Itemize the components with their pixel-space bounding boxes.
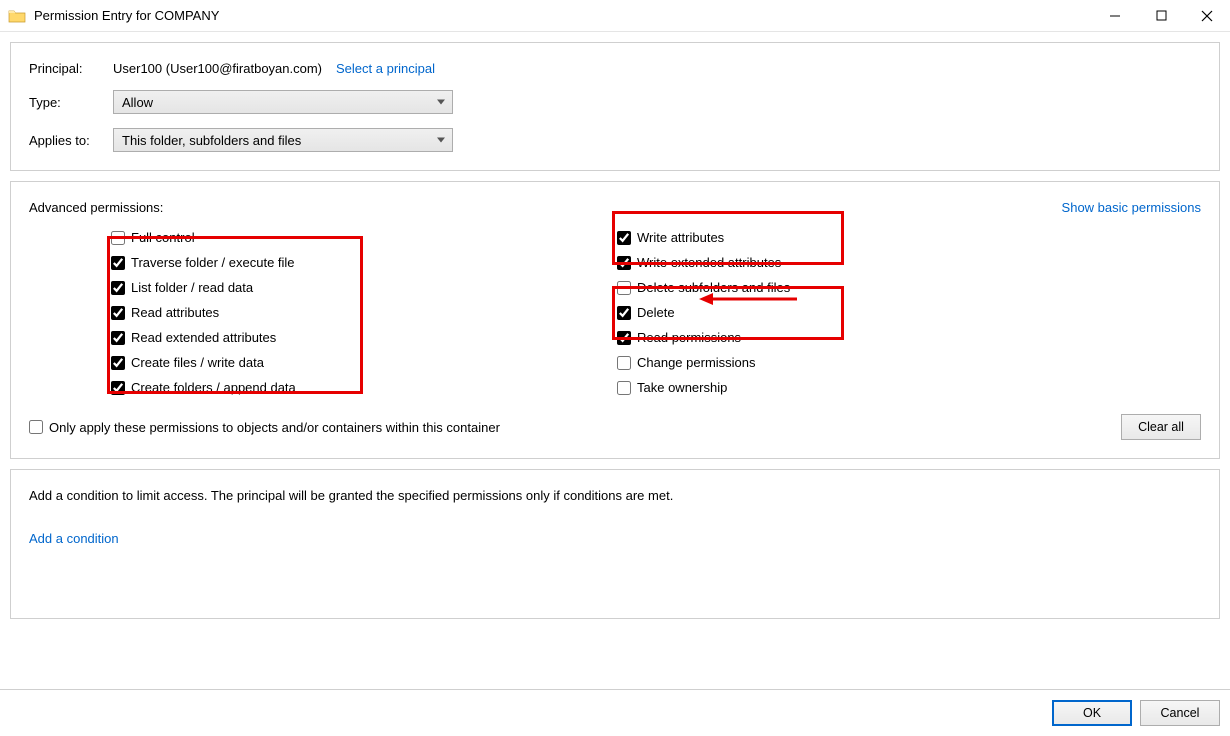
permissions-panel: Advanced permissions: Show basic permiss… xyxy=(10,181,1220,459)
condition-description: Add a condition to limit access. The pri… xyxy=(29,488,1201,503)
permission-checkbox[interactable] xyxy=(111,331,125,345)
only-apply-label: Only apply these permissions to objects … xyxy=(49,420,500,435)
permission-right-0[interactable]: Write attributes xyxy=(617,225,1123,250)
applies-to-select[interactable]: This folder, subfolders and files xyxy=(113,128,453,152)
principal-label: Principal: xyxy=(29,61,113,76)
permission-left-4[interactable]: Read extended attributes xyxy=(111,325,617,350)
ok-button[interactable]: OK xyxy=(1052,700,1132,726)
permission-label: Read extended attributes xyxy=(131,330,276,345)
permissions-column-right: Write attributes Write extended attribute… xyxy=(617,225,1123,400)
permission-right-1[interactable]: Write extended attributes xyxy=(617,250,1123,275)
permission-label: Delete xyxy=(637,305,675,320)
permission-label: List folder / read data xyxy=(131,280,253,295)
permission-checkbox[interactable] xyxy=(111,231,125,245)
applies-to-label: Applies to: xyxy=(29,133,113,148)
clear-all-button[interactable]: Clear all xyxy=(1121,414,1201,440)
permission-checkbox[interactable] xyxy=(617,381,631,395)
permission-checkbox[interactable] xyxy=(111,281,125,295)
permission-left-0[interactable]: Full control xyxy=(111,225,617,250)
permission-label: Read permissions xyxy=(637,330,741,345)
show-basic-permissions-link[interactable]: Show basic permissions xyxy=(1062,200,1201,215)
permission-left-1[interactable]: Traverse folder / execute file xyxy=(111,250,617,275)
type-select[interactable]: Allow xyxy=(113,90,453,114)
permission-right-2[interactable]: Delete subfolders and files xyxy=(617,275,1123,300)
window-titlebar: Permission Entry for COMPANY xyxy=(0,0,1230,32)
permission-label: Full control xyxy=(131,230,195,245)
permission-left-5[interactable]: Create files / write data xyxy=(111,350,617,375)
only-apply-checkbox[interactable] xyxy=(29,420,43,434)
add-condition-link[interactable]: Add a condition xyxy=(29,531,119,546)
dialog-footer: OK Cancel xyxy=(0,689,1230,736)
principal-panel: Principal: User100 (User100@firatboyan.c… xyxy=(10,42,1220,171)
permission-checkbox[interactable] xyxy=(617,281,631,295)
select-principal-link[interactable]: Select a principal xyxy=(336,61,435,76)
maximize-button[interactable] xyxy=(1138,0,1184,32)
permission-label: Read attributes xyxy=(131,305,219,320)
close-button[interactable] xyxy=(1184,0,1230,32)
folder-icon xyxy=(8,7,26,25)
permission-label: Traverse folder / execute file xyxy=(131,255,295,270)
permission-left-2[interactable]: List folder / read data xyxy=(111,275,617,300)
type-label: Type: xyxy=(29,95,113,110)
permission-right-3[interactable]: Delete xyxy=(617,300,1123,325)
permission-checkbox[interactable] xyxy=(111,306,125,320)
permission-label: Change permissions xyxy=(637,355,756,370)
permissions-column-left: Full control Traverse folder / execute fi… xyxy=(111,225,617,400)
permission-checkbox[interactable] xyxy=(617,331,631,345)
permission-label: Create folders / append data xyxy=(131,380,296,395)
permission-label: Take ownership xyxy=(637,380,727,395)
principal-value: User100 (User100@firatboyan.com) xyxy=(113,61,322,76)
permission-checkbox[interactable] xyxy=(617,256,631,270)
permission-right-5[interactable]: Change permissions xyxy=(617,350,1123,375)
condition-panel: Add a condition to limit access. The pri… xyxy=(10,469,1220,619)
permission-label: Write extended attributes xyxy=(637,255,781,270)
minimize-button[interactable] xyxy=(1092,0,1138,32)
permission-right-4[interactable]: Read permissions xyxy=(617,325,1123,350)
permission-label: Create files / write data xyxy=(131,355,264,370)
permission-checkbox[interactable] xyxy=(111,256,125,270)
permission-left-3[interactable]: Read attributes xyxy=(111,300,617,325)
permission-checkbox[interactable] xyxy=(617,306,631,320)
permission-checkbox[interactable] xyxy=(617,356,631,370)
permission-checkbox[interactable] xyxy=(111,381,125,395)
permission-checkbox[interactable] xyxy=(617,231,631,245)
permission-checkbox[interactable] xyxy=(111,356,125,370)
window-controls xyxy=(1092,0,1230,32)
permission-left-6[interactable]: Create folders / append data xyxy=(111,375,617,400)
permission-right-6[interactable]: Take ownership xyxy=(617,375,1123,400)
only-apply-checkbox-row[interactable]: Only apply these permissions to objects … xyxy=(29,420,500,435)
permission-label: Delete subfolders and files xyxy=(637,280,790,295)
window-title: Permission Entry for COMPANY xyxy=(34,8,1092,23)
cancel-button[interactable]: Cancel xyxy=(1140,700,1220,726)
permissions-title: Advanced permissions: xyxy=(29,200,163,215)
permission-label: Write attributes xyxy=(637,230,724,245)
